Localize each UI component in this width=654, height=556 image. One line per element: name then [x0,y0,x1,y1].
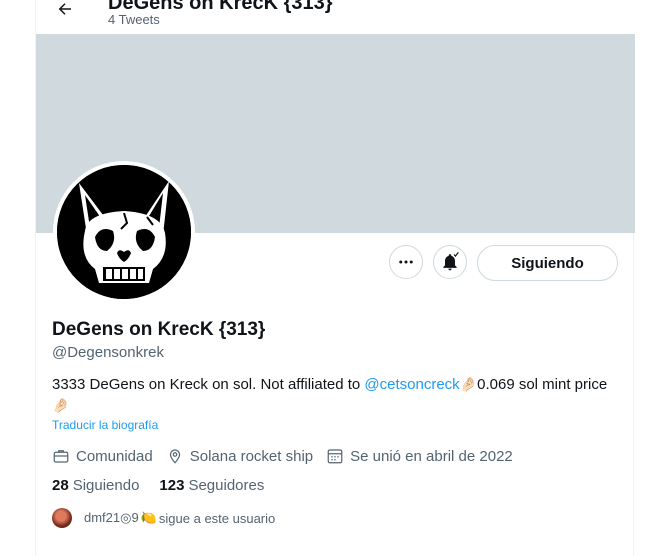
calendar-icon [327,449,343,464]
notifications-button[interactable] [433,245,467,279]
profile-handle: @Degensonkrek [52,344,164,361]
joined-item: Se unió en abril de 2022 [326,447,513,465]
location-pin-icon [169,449,180,464]
follower-avatar[interactable] [52,508,72,528]
avatar-frame[interactable] [53,161,195,303]
followers-count: 123 [159,477,185,494]
tweet-count: 4 Tweets [108,12,160,27]
bio-mention-link[interactable]: @cetsoncreck [364,376,459,393]
category-label: Comunidad [76,447,153,465]
followed-by-text: sigue a este usuario [158,510,276,526]
bio-text-start: 3333 DeGens on Kreck on sol. Not affilia… [52,376,365,393]
arrow-left-icon [58,3,71,15]
translate-bio-link[interactable]: Traducir la biografía [52,418,158,432]
pinched-fingers-emoji: 🤌🏻 [459,376,478,392]
main-column: DeGens on KrecK {313} 4 Tweets Siguiendo… [35,0,635,556]
follower-name: dmf21◎9 [84,510,139,525]
cat-skull-logo [57,165,191,299]
profile-bio: 3333 DeGens on Kreck on sol. Not affilia… [52,374,612,416]
profile-name: DeGens on KrecK {313} [52,319,266,340]
avatar[interactable] [57,165,191,299]
joined-label: Se unió en abril de 2022 [350,447,513,465]
top-bar: DeGens on KrecK {313} 4 Tweets [36,0,635,34]
following-button[interactable]: Siguiendo [477,245,618,281]
more-horizontal-icon [399,260,413,264]
following-stat[interactable]: 28 Siguiendo [52,477,139,494]
location-item: Solana rocket ship [166,447,313,465]
back-button[interactable] [48,0,82,26]
followed-by-row[interactable]: dmf21◎9 🍋 sigue a este usuario [52,508,275,528]
followers-stat[interactable]: 123 Seguidores [159,477,264,494]
location-label: Solana rocket ship [189,447,314,465]
followers-label: Seguidores [188,477,265,494]
briefcase-icon [53,450,69,463]
follow-stats: 28 Siguiendo 123 Seguidores [52,477,284,494]
profile-meta: Comunidad Solana rocket ship Se unió en … [52,446,526,466]
category-item: Comunidad [52,447,153,465]
profile-page: DeGens on KrecK {313} 4 Tweets Siguiendo… [0,0,654,556]
lemon-emoji: 🍋 [140,510,157,525]
bio-text-end: 0.069 sol mint price [477,376,608,393]
following-count: 28 [52,477,69,494]
pinched-fingers-emoji: 🤌🏻 [52,397,70,413]
more-button[interactable] [389,245,423,279]
following-label: Siguiendo [72,477,140,494]
bell-check-icon [443,252,459,271]
